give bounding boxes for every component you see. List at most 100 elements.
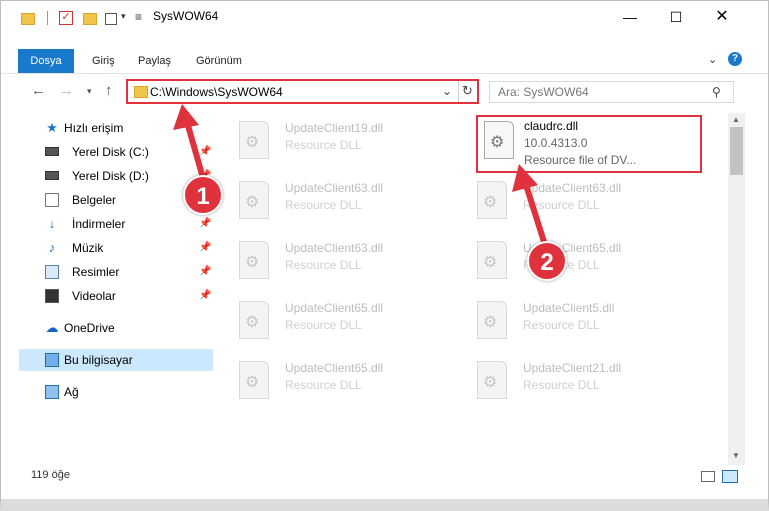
sidebar-item-music[interactable]: ♪ Müzik 📌: [19, 237, 213, 259]
search-icon[interactable]: ⚲: [712, 85, 721, 99]
details-view-icon[interactable]: [701, 471, 715, 482]
customize-toolbar-icon[interactable]: ≡: [135, 10, 142, 26]
file-name: UpdateClient5.dll: [523, 301, 615, 315]
scroll-down-arrow-icon[interactable]: ▼: [732, 451, 740, 460]
file-name: UpdateClient63.dll: [523, 181, 622, 195]
list-item[interactable]: UpdateClient63.dll Resource DLL: [459, 175, 689, 227]
pin-icon[interactable]: 📌: [199, 146, 211, 157]
properties-check-icon[interactable]: ✓: [59, 11, 73, 25]
address-bar[interactable]: C:\Windows\SysWOW64 ⌄ ↻: [126, 79, 479, 104]
sidebar-item-label: Hızlı erişim: [64, 121, 124, 135]
computer-icon: [45, 353, 59, 367]
list-item[interactable]: UpdateClient21.dll Resource DLL: [459, 355, 689, 407]
list-item[interactable]: UpdateClient65.dll Resource DLL: [221, 295, 451, 347]
sidebar-item-label: Müzik: [72, 241, 104, 255]
sidebar-item-downloads[interactable]: ↓ İndirmeler 📌: [19, 213, 213, 235]
sidebar-item-label: Ağ: [64, 385, 79, 399]
dll-file-icon: [477, 241, 507, 279]
sidebar-item-quick-access[interactable]: ★ Hızlı erişim: [19, 117, 213, 139]
star-icon: ★: [46, 120, 58, 135]
refresh-icon[interactable]: ↻: [462, 83, 473, 99]
dll-file-icon: [239, 241, 269, 279]
properties-icon[interactable]: [105, 13, 117, 25]
folder-icon: [134, 86, 148, 98]
sidebar-item-local-disk-c[interactable]: Yerel Disk (C:) 📌: [19, 141, 213, 163]
help-button[interactable]: ?: [728, 52, 742, 66]
file-name: UpdateClient65.dll: [285, 301, 384, 315]
file-type: Resource DLL: [285, 138, 362, 152]
sidebar-item-network[interactable]: Ağ: [19, 381, 213, 403]
scrollbar-thumb[interactable]: [730, 127, 743, 175]
list-item[interactable]: UpdateClient5.dll Resource DLL: [459, 295, 689, 347]
status-bar: 119 öğe: [1, 465, 768, 487]
sidebar-item-label: Belgeler: [72, 193, 117, 207]
file-description: Resource file of DV...: [524, 153, 637, 167]
network-icon: [45, 385, 59, 399]
pin-icon[interactable]: 📌: [199, 218, 211, 229]
step-badge-2: 2: [527, 241, 567, 281]
expand-ribbon-icon[interactable]: ⌄: [708, 53, 717, 66]
cloud-icon: ☁: [45, 320, 59, 335]
file-list: UpdateClient19.dll Resource DLL UpdateCl…: [221, 113, 727, 465]
tab-giris[interactable]: Giriş: [84, 49, 123, 73]
search-input[interactable]: Ara: SysWOW64 ⚲: [489, 81, 734, 103]
address-path[interactable]: C:\Windows\SysWOW64: [150, 85, 283, 99]
tab-paylas[interactable]: Paylaş: [130, 49, 179, 73]
sidebar-item-label: Yerel Disk (D:): [72, 169, 149, 183]
explorer-window: ✓ ▾ ≡ SysWOW64 — ☐ ✕ Dosya Giriş Paylaş …: [0, 0, 769, 511]
tab-dosya[interactable]: Dosya: [18, 49, 74, 73]
sidebar-item-label: OneDrive: [64, 321, 115, 335]
sidebar-item-videos[interactable]: Videolar 📌: [19, 285, 213, 307]
tab-gorunum[interactable]: Görünüm: [188, 49, 250, 73]
dll-file-icon: [477, 361, 507, 399]
recent-locations-chevron-icon[interactable]: ▾: [87, 86, 92, 97]
vertical-scrollbar[interactable]: ▲ ▼: [728, 113, 745, 465]
close-button[interactable]: ✕: [699, 1, 745, 33]
music-icon: ♪: [48, 240, 56, 255]
chevron-down-icon[interactable]: ⌄: [442, 84, 452, 98]
dll-file-icon: [477, 301, 507, 339]
list-item[interactable]: UpdateClient65.dll Resource DLL: [459, 235, 689, 287]
scroll-up-arrow-icon[interactable]: ▲: [732, 115, 740, 124]
file-type: Resource DLL: [523, 378, 600, 392]
document-icon: [45, 193, 59, 207]
list-item[interactable]: UpdateClient63.dll Resource DLL: [221, 235, 451, 287]
drive-icon: [45, 145, 59, 159]
dll-file-icon: [239, 121, 269, 159]
dll-file-icon: [239, 181, 269, 219]
pin-icon[interactable]: 📌: [199, 242, 211, 253]
new-folder-icon[interactable]: [83, 13, 97, 25]
sidebar-item-this-pc[interactable]: Bu bilgisayar: [19, 349, 213, 371]
file-name: UpdateClient63.dll: [285, 181, 384, 195]
list-item[interactable]: UpdateClient19.dll Resource DLL: [221, 115, 451, 167]
sidebar-item-label: İndirmeler: [72, 217, 126, 231]
list-item[interactable]: UpdateClient63.dll Resource DLL: [221, 175, 451, 227]
forward-arrow-icon[interactable]: →: [59, 82, 74, 99]
address-separator: [458, 81, 459, 102]
chevron-down-icon[interactable]: ▾: [121, 11, 126, 27]
file-name: claudrc.dll: [524, 119, 579, 133]
pin-icon[interactable]: 📌: [199, 290, 211, 301]
file-type: Resource DLL: [285, 198, 362, 212]
pictures-icon: [45, 265, 59, 279]
navigation-pane: ★ Hızlı erişim Yerel Disk (C:) 📌 Yerel D…: [19, 113, 215, 465]
file-name: UpdateClient63.dll: [285, 241, 384, 255]
sidebar-item-onedrive[interactable]: ☁ OneDrive: [19, 317, 213, 339]
download-icon: ↓: [48, 216, 56, 231]
sidebar-item-pictures[interactable]: Resimler 📌: [19, 261, 213, 283]
sidebar-item-local-disk-d[interactable]: Yerel Disk (D:) 📌: [19, 165, 213, 187]
highlighted-file-item[interactable]: claudrc.dll 10.0.4313.0 Resource file of…: [476, 115, 702, 173]
item-count: 119 öğe: [31, 469, 70, 481]
up-arrow-icon[interactable]: ↑: [105, 82, 113, 99]
drive-icon: [45, 169, 59, 183]
ribbon-tabs: Dosya Giriş Paylaş Görünüm: [1, 49, 768, 74]
file-type: Resource DLL: [285, 258, 362, 272]
back-arrow-icon[interactable]: ←: [31, 82, 46, 99]
step-badge-1: 1: [183, 175, 223, 215]
list-item[interactable]: UpdateClient65.dll Resource DLL: [221, 355, 451, 407]
file-name: UpdateClient19.dll: [285, 121, 384, 135]
pin-icon[interactable]: 📌: [199, 266, 211, 277]
minimize-button[interactable]: —: [607, 1, 653, 33]
large-icons-view-icon[interactable]: [722, 470, 738, 483]
maximize-button[interactable]: ☐: [653, 1, 699, 33]
